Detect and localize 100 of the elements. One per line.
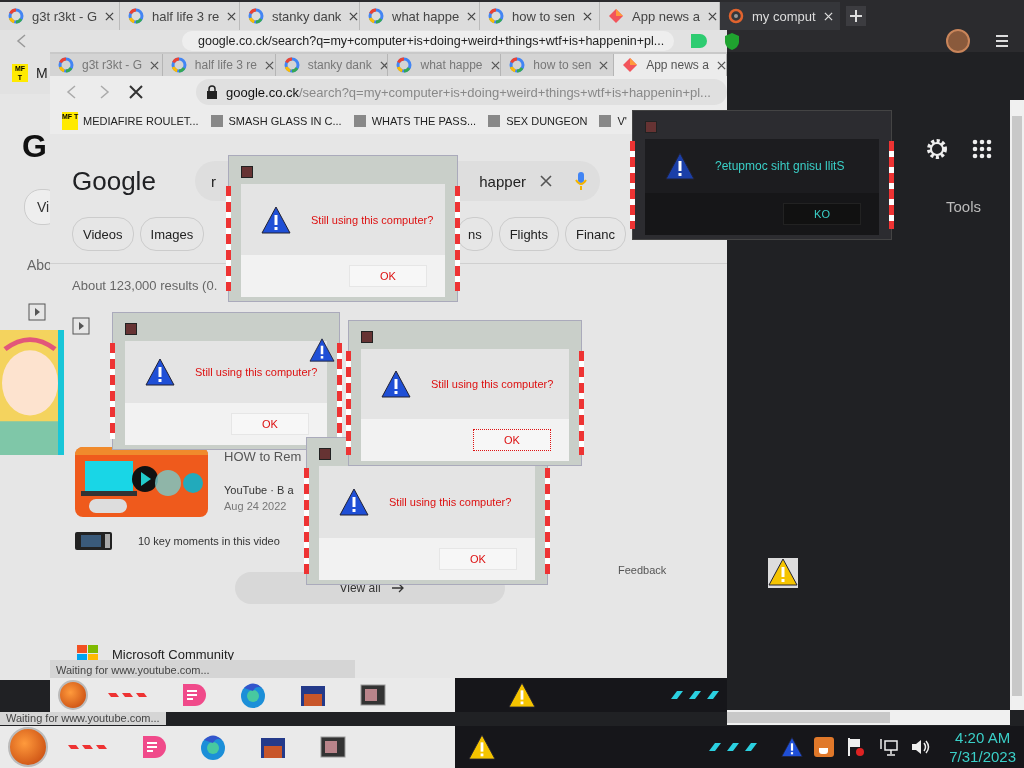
filter-chip[interactable]: Vi xyxy=(24,189,50,225)
new-tab-icon[interactable] xyxy=(846,6,866,26)
glitch-marks xyxy=(68,743,108,751)
browser-tab[interactable]: how to sen xyxy=(480,2,600,30)
google-logo[interactable]: Google xyxy=(72,165,195,197)
lock-icon xyxy=(206,85,218,99)
title-square xyxy=(361,331,373,343)
close-icon[interactable] xyxy=(379,60,388,70)
mic-icon[interactable] xyxy=(574,171,588,191)
filter-chip[interactable]: Videos xyxy=(72,217,134,251)
play-icon xyxy=(72,317,90,335)
tools-button[interactable]: Tools xyxy=(946,198,982,215)
bookmark-link[interactable]: V' xyxy=(617,115,627,127)
warning-icon xyxy=(768,558,798,586)
filter-chip[interactable]: Financ xyxy=(564,217,626,251)
close-icon[interactable] xyxy=(582,11,592,21)
ok-button[interactable]: KO xyxy=(783,203,861,225)
browser-tab[interactable]: what happe xyxy=(360,2,480,30)
ring-icon xyxy=(728,8,744,24)
warning-icon xyxy=(309,338,335,362)
video-thumbnail-icon xyxy=(75,532,112,550)
result-count: About 123,000 results (0. xyxy=(72,278,219,293)
ok-button[interactable]: OK xyxy=(349,265,427,287)
bookmark-link[interactable]: MEDIAFIRE ROULET... xyxy=(83,115,199,127)
warning-icon xyxy=(508,682,536,708)
browser-tab[interactable]: App news a xyxy=(614,54,727,76)
warning-icon xyxy=(339,488,369,516)
warning-icon xyxy=(468,734,496,760)
close-icon[interactable] xyxy=(599,60,609,70)
google-icon xyxy=(368,8,384,24)
google-icon xyxy=(396,57,413,73)
ok-button[interactable]: OK xyxy=(231,413,309,435)
start-button[interactable] xyxy=(58,680,88,710)
browser-tab[interactable]: my comput xyxy=(720,2,840,30)
close-icon[interactable] xyxy=(707,11,717,21)
ok-button[interactable]: OK xyxy=(439,548,517,570)
video-source: YouTube · B a xyxy=(224,484,295,496)
title-square xyxy=(125,323,137,335)
bookmark-link[interactable]: SMASH GLASS IN C... xyxy=(228,115,342,127)
app-icon xyxy=(622,57,639,73)
address-bar[interactable]: google.co.ck/search?q=my+computer+is+doing+weird+things+wtf+is+happenin+pl... xyxy=(196,79,727,105)
title-square xyxy=(645,121,657,133)
title-square xyxy=(319,448,331,460)
site-name[interactable]: Microsoft Community xyxy=(112,646,235,662)
google-logo: G xyxy=(22,128,47,165)
bookmark-icon xyxy=(209,114,224,128)
apps-icon[interactable] xyxy=(972,139,992,159)
close-icon[interactable] xyxy=(264,60,274,70)
address-bar[interactable]: google.co.ck/search?q=my+computer+is+doing+weird+things+wtf+is+happenin+pl... xyxy=(182,31,675,51)
key-moments-link[interactable]: 10 key moments in this video xyxy=(138,535,280,547)
close-icon[interactable] xyxy=(467,11,477,21)
google-icon xyxy=(170,57,187,73)
clear-icon[interactable] xyxy=(540,175,552,187)
warning-icon xyxy=(145,358,175,386)
ok-button[interactable]: OK xyxy=(473,429,551,451)
bookmark-link[interactable]: WHATS THE PASS... xyxy=(371,115,477,127)
scrollbar[interactable] xyxy=(1010,100,1024,710)
feedback-link[interactable]: Feedback xyxy=(618,564,667,576)
close-icon[interactable] xyxy=(349,11,359,21)
close-icon[interactable] xyxy=(227,11,237,21)
coffee-cup-icon[interactable] xyxy=(813,736,836,758)
close-icon[interactable] xyxy=(150,60,160,70)
play-icon xyxy=(28,303,46,321)
warning-icon xyxy=(381,370,411,398)
browser-tab[interactable]: stanky dank xyxy=(240,2,360,30)
google-icon xyxy=(128,8,144,24)
browser-tab[interactable]: g3t r3kt - G xyxy=(0,2,120,30)
avatar[interactable] xyxy=(946,29,970,53)
dialog-message: Still using this computer? xyxy=(195,366,318,378)
bookmark-icon xyxy=(598,114,613,128)
status-text: Waiting for www.youtube.com... xyxy=(0,712,166,725)
title-square xyxy=(241,166,253,178)
bookmark-link[interactable]: SEX DUNGEON xyxy=(506,115,588,127)
menu-icon[interactable] xyxy=(994,33,1010,49)
start-button[interactable] xyxy=(8,727,48,767)
video-title[interactable]: HOW to Rem xyxy=(224,449,302,464)
close-icon[interactable] xyxy=(105,11,115,21)
browser-tab[interactable]: App news a xyxy=(600,2,720,30)
close-icon[interactable] xyxy=(716,60,726,70)
google-icon xyxy=(8,8,24,24)
clock-time[interactable]: 4:20 AM xyxy=(955,728,1011,747)
filter-chip[interactable]: Flights xyxy=(498,217,559,251)
google-icon xyxy=(58,57,74,73)
status-text: Waiting for www.youtube.com... xyxy=(50,660,355,680)
bookmark-icon xyxy=(487,114,502,128)
bookmark-link[interactable]: M xyxy=(36,65,48,81)
clock-date[interactable]: 7/31/2023 xyxy=(949,747,1016,766)
filter-chip[interactable]: Images xyxy=(139,217,205,251)
warning-icon xyxy=(261,205,291,234)
dialog-message: ?etupmoc siht gnisu llitS xyxy=(715,159,845,173)
google-icon xyxy=(509,57,526,73)
scrollbar[interactable] xyxy=(727,710,1010,725)
google-icon xyxy=(283,57,300,73)
settings-icon[interactable] xyxy=(925,137,949,161)
dialog-message: Still using this computer? xyxy=(389,496,512,508)
dialog-message: Still using this computer? xyxy=(311,213,434,226)
google-icon xyxy=(248,8,264,24)
browser-tab[interactable]: half life 3 re xyxy=(120,2,240,30)
close-icon[interactable] xyxy=(490,60,500,70)
network-icon[interactable] xyxy=(877,736,900,758)
